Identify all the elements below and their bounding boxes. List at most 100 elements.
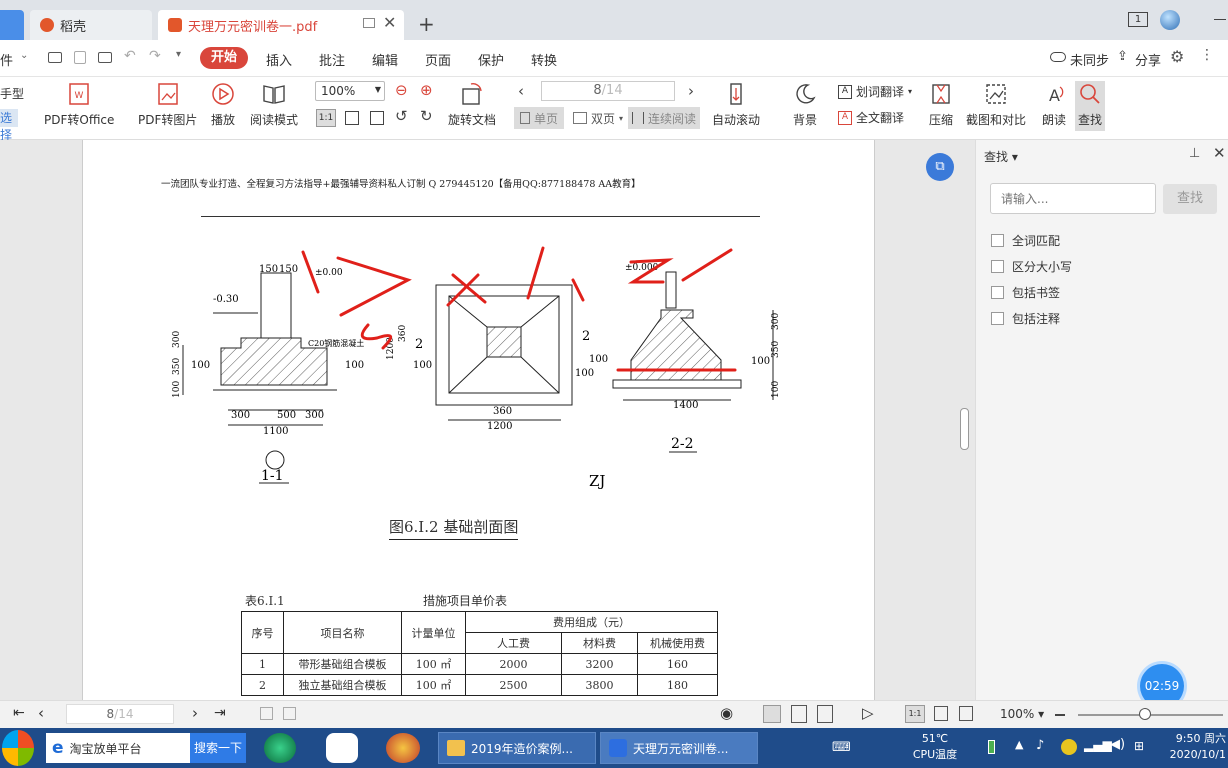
minimize-button[interactable] xyxy=(1214,19,1226,20)
single-page-button[interactable]: 单页 xyxy=(514,107,565,129)
menu-convert[interactable]: 转换 xyxy=(531,50,557,69)
home-tab[interactable] xyxy=(0,10,24,40)
read-aloud-button[interactable]: A 朗读 xyxy=(1041,81,1067,128)
next-page-icon[interactable]: › xyxy=(688,82,694,100)
battery-icon[interactable] xyxy=(988,740,995,754)
actual-size-icon[interactable]: 1:1 xyxy=(905,705,925,723)
continuous-view-icon[interactable] xyxy=(763,705,781,723)
find-submit-button[interactable]: 查找 xyxy=(1163,184,1217,214)
rotate-right-icon[interactable]: ↻ xyxy=(420,107,433,125)
browser-searchbar[interactable]: e 淘宝放单平台 xyxy=(46,733,190,763)
option-bookmarks[interactable]: 包括书签 xyxy=(991,284,1072,301)
rotate-left-icon[interactable]: ↺ xyxy=(395,107,408,125)
pdf-to-office-button[interactable]: W PDF转Office xyxy=(44,81,114,128)
status-page-input[interactable]: 8/14 xyxy=(66,704,174,724)
double-page-button[interactable]: 双页 ▾ xyxy=(569,107,627,129)
save-icon[interactable] xyxy=(74,51,86,64)
menu-edit[interactable]: 编辑 xyxy=(372,50,398,69)
taskbar-window-pdf[interactable]: 天理万元密训卷... xyxy=(600,732,758,764)
bell-icon[interactable]: ♪ xyxy=(1036,738,1044,753)
eye-icon[interactable]: ◉ xyxy=(720,704,733,722)
continuous-read-button[interactable]: 连续阅读 xyxy=(628,107,701,129)
auto-scroll-button[interactable]: 自动滚动 xyxy=(712,81,760,128)
find-button[interactable]: 查找 xyxy=(1075,81,1105,131)
zoom-out-icon[interactable]: ⊖ xyxy=(395,81,408,99)
fit-page-icon[interactable] xyxy=(345,111,359,125)
zoom-select[interactable]: 100% ▼ xyxy=(315,81,385,101)
play-button[interactable]: 播放 xyxy=(210,81,236,128)
compress-button[interactable]: 压缩 xyxy=(928,81,954,128)
tab-pdf[interactable]: 天理万元密训卷一.pdf ✕ xyxy=(158,10,404,40)
volume-icon[interactable]: ◀) xyxy=(1110,737,1125,752)
menu-protect[interactable]: 保护 xyxy=(478,50,504,69)
search-input[interactable] xyxy=(990,183,1156,214)
select-tool[interactable]: 选择 xyxy=(0,109,18,142)
window-icon[interactable] xyxy=(363,18,375,28)
background-button[interactable]: 背景 xyxy=(792,81,818,128)
app-icon-1[interactable] xyxy=(264,733,296,763)
menu-annotate[interactable]: 批注 xyxy=(319,50,345,69)
option-annotations[interactable]: 包括注释 xyxy=(991,310,1072,327)
prev-page-icon[interactable]: ‹ xyxy=(518,82,524,100)
zoom-in-icon[interactable]: ⊕ xyxy=(420,81,433,99)
chevron-down-icon[interactable]: ⌄ xyxy=(20,50,28,61)
rotate-document-button[interactable]: 旋转文档 xyxy=(448,81,496,128)
plus-icon[interactable] xyxy=(1061,739,1077,755)
word-translate-button[interactable]: A 划词翻译 ▾ xyxy=(838,83,912,100)
play-icon[interactable]: ▷ xyxy=(862,704,874,722)
option-match-case[interactable]: 区分大小写 xyxy=(991,258,1072,275)
fit-page-icon[interactable] xyxy=(934,706,948,721)
full-translate-button[interactable]: A 全文翻译 xyxy=(838,109,904,126)
floating-tool-button[interactable]: ⧉ xyxy=(926,153,954,181)
start-orb-icon[interactable] xyxy=(2,730,34,766)
option-whole-word[interactable]: 全词匹配 xyxy=(991,232,1072,249)
search-go-button[interactable]: 搜索一下 xyxy=(190,733,246,763)
first-page-icon[interactable]: ⇤ xyxy=(13,705,25,721)
prev-page-icon[interactable]: ‹ xyxy=(38,704,44,722)
fit-width-icon[interactable] xyxy=(370,111,384,125)
language-icon[interactable]: ⊞ xyxy=(1134,739,1144,753)
gear-icon[interactable]: ⚙ xyxy=(1170,47,1184,66)
network-icon[interactable]: ▂▄▆ xyxy=(1084,738,1112,752)
tab-daoke[interactable]: 稻壳 xyxy=(30,10,152,40)
zoom-out-icon[interactable] xyxy=(1055,714,1065,716)
undo-icon[interactable]: ↶ xyxy=(124,48,136,64)
document-view[interactable]: 一流团队专业打造、全程复习方法指导+最强辅导资料私人订制 Q 279445120… xyxy=(0,140,975,700)
forward-icon[interactable] xyxy=(283,707,296,720)
menu-insert[interactable]: 插入 xyxy=(266,50,292,69)
fit-width-icon[interactable] xyxy=(959,706,973,721)
avatar[interactable] xyxy=(1160,10,1180,30)
print-icon[interactable] xyxy=(98,52,112,63)
tray-arrow-icon[interactable]: ▲ xyxy=(1015,738,1023,751)
close-tab-icon[interactable]: ✕ xyxy=(383,13,396,32)
app-icon-3[interactable] xyxy=(386,733,420,763)
pdf-to-image-button[interactable]: PDF转图片 xyxy=(138,81,197,128)
menu-file[interactable]: 件 xyxy=(0,50,13,69)
open-icon[interactable] xyxy=(48,52,62,63)
share-button[interactable]: 分享 xyxy=(1135,50,1161,69)
keyboard-icon[interactable]: ⌨ xyxy=(832,740,851,755)
page-input[interactable]: 8/14 xyxy=(541,81,675,101)
status-zoom[interactable]: 100% ▾ xyxy=(1000,707,1044,721)
close-icon[interactable]: ✕ xyxy=(1213,144,1226,162)
double-view-icon[interactable] xyxy=(817,705,833,723)
actual-size-button[interactable]: 1:1 xyxy=(316,109,336,127)
single-view-icon[interactable] xyxy=(791,705,807,723)
app-icon-2[interactable] xyxy=(326,733,358,763)
new-tab-button[interactable]: + xyxy=(418,12,435,36)
next-page-icon[interactable]: › xyxy=(192,704,198,722)
more-icon[interactable]: ▾ xyxy=(176,49,181,60)
read-mode-button[interactable]: 阅读模式 xyxy=(250,81,298,128)
sync-status[interactable]: 未同步 xyxy=(1070,50,1109,69)
cpu-temp[interactable]: 51℃ CPU温度 xyxy=(900,731,970,763)
vertical-scrollbar[interactable] xyxy=(960,408,969,450)
hand-tool[interactable]: 手型 xyxy=(0,85,24,102)
more-menu-icon[interactable]: ⋮ xyxy=(1200,47,1214,63)
screenshot-compare-button[interactable]: 截图和对比 xyxy=(966,81,1026,128)
window-count-badge[interactable]: 1 xyxy=(1128,12,1148,27)
taskbar-window-excel[interactable]: 2019年造价案例... xyxy=(438,732,596,764)
menu-start[interactable]: 开始 xyxy=(200,47,248,69)
find-panel-title[interactable]: 查找 ▾ xyxy=(984,148,1018,165)
last-page-icon[interactable]: ⇥ xyxy=(214,705,226,721)
redo-icon[interactable]: ↷ xyxy=(149,48,161,64)
